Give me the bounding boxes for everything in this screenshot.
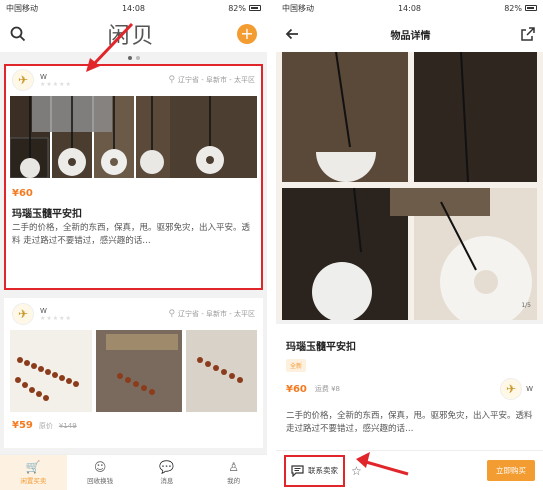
avatar[interactable]: ✈ <box>500 378 523 400</box>
avatar[interactable]: ✈ <box>12 69 34 91</box>
detail-screen: 中国移动 14:08 82% 物品详情 1/5 玛瑙玉髓平安扣 全新 ¥60 运… <box>276 0 543 490</box>
listing-card[interactable]: ✈ W ★★★★★ ⚲ 辽宁省 - 阜新市 - 太平区 <box>4 64 263 290</box>
listing-location: 辽宁省 - 阜新市 - 太平区 <box>178 76 255 84</box>
message-icon: 💬 <box>159 459 175 474</box>
status-bar: 中国移动 14:08 82% <box>276 0 543 16</box>
carousel-dot <box>127 56 132 60</box>
listing-location: 辽宁省 - 阜新市 - 太平区 <box>178 310 255 318</box>
photo-strip <box>9 96 257 179</box>
tab-messages[interactable]: 💬 消息 <box>134 455 201 490</box>
status-time: 14:08 <box>397 3 422 13</box>
item-price: ¥60 <box>286 383 307 395</box>
publish-button[interactable]: + <box>236 24 257 44</box>
status-bar: 中国移动 14:08 82% <box>0 0 267 16</box>
photo-counter: 1/5 <box>521 302 531 309</box>
carrier-text: 中国移动 <box>6 3 38 13</box>
tab-marketplace[interactable]: 🛒 闲置买卖 <box>0 455 67 490</box>
rating-stars: ★★★★★ <box>40 314 72 322</box>
listing-title: 玛瑙玉髓平安扣 <box>12 209 82 220</box>
tab-recycle[interactable]: ☺ 回收换钱 <box>67 455 134 490</box>
battery-text: 82% <box>504 3 522 13</box>
home-screen: 中国移动 14:08 82% 闲贝 + ✈ W ★★★★★ ⚲ 辽宁省 - 阜新市… <box>0 0 267 490</box>
battery-text: 82% <box>228 3 246 13</box>
carrier-text: 中国移动 <box>282 3 314 13</box>
cart-icon: 🛒 <box>25 459 41 474</box>
carousel-dots <box>0 52 267 64</box>
back-arrow-icon[interactable] <box>284 26 300 42</box>
seller-name[interactable]: W <box>526 385 533 393</box>
item-description: 二手的价格，全新的东西，保真，甩。驱邪免灾，出入平安。透料 走过路过不要错过，感… <box>286 411 533 434</box>
bottom-tab-bar: 🛒 闲置买卖 ☺ 回收换钱 💬 消息 ♙ 我的 <box>0 454 267 490</box>
rating-stars: ★★★★★ <box>40 80 72 88</box>
chat-icon <box>291 464 304 477</box>
user-icon: ♙ <box>228 459 239 474</box>
photo-strip <box>10 330 257 412</box>
freight-text: 运费 ¥8 <box>314 385 341 393</box>
item-info: 玛瑙玉髓平安扣 全新 ¥60 运费 ¥8 ✈ W 二手的价格，全新的东西，保真，… <box>276 324 543 450</box>
screenshot-root: 中国移动 14:08 82% 闲贝 + ✈ W ★★★★★ ⚲ 辽宁省 - 阜新市… <box>0 0 543 490</box>
app-logo: 闲贝 <box>107 24 156 49</box>
tab-label: 闲置买卖 <box>20 476 47 485</box>
condition-badge: 全新 <box>286 359 307 372</box>
tab-profile[interactable]: ♙ 我的 <box>200 455 267 490</box>
buy-now-button[interactable]: 立即购买 <box>487 460 535 481</box>
favorite-star-icon[interactable]: ☆ <box>351 464 362 478</box>
contact-seller-button[interactable]: 联系卖家 <box>284 454 345 487</box>
seller-name: W <box>40 306 47 315</box>
page-title: 物品详情 <box>390 30 431 42</box>
search-icon[interactable] <box>10 26 26 42</box>
carousel-dot <box>135 56 140 60</box>
listing-photos[interactable] <box>9 96 257 179</box>
tab-label: 消息 <box>160 476 174 485</box>
listing-description: 二手的价格，全新的东西，保真，甩。驱邪免灾，出入平安。透料 走过路过不要错过，感… <box>12 223 251 246</box>
detail-header: 物品详情 <box>276 16 543 52</box>
contact-seller-label: 联系卖家 <box>308 466 338 475</box>
share-icon[interactable] <box>521 27 535 41</box>
original-price: ¥149 <box>58 422 77 430</box>
tab-label: 回收换钱 <box>87 476 114 485</box>
battery-icon <box>249 5 261 11</box>
location-pin-icon: ⚲ <box>168 309 176 319</box>
listing-price: ¥60 <box>12 188 33 199</box>
home-header: 闲贝 + <box>0 16 267 52</box>
listing-photos[interactable] <box>10 330 257 412</box>
tab-label: 我的 <box>227 476 241 485</box>
recycle-icon: ☺ <box>93 459 107 474</box>
status-time: 14:08 <box>121 3 146 13</box>
item-title: 玛瑙玉髓平安扣 <box>286 342 356 353</box>
avatar[interactable]: ✈ <box>12 303 34 325</box>
gallery-photos <box>282 51 537 328</box>
seller-name: W <box>40 72 47 81</box>
location-pin-icon: ⚲ <box>168 75 176 85</box>
action-bar: 联系卖家 ☆ 立即购买 <box>276 450 543 490</box>
original-price-label: 原价 <box>38 422 53 430</box>
listing-card[interactable]: ✈ W ★★★★★ ⚲ 辽宁省 - 阜新市 - 太平区 <box>4 298 263 448</box>
listing-price: ¥59 <box>12 420 33 431</box>
photo-gallery[interactable] <box>276 51 543 328</box>
battery-icon <box>525 5 537 11</box>
